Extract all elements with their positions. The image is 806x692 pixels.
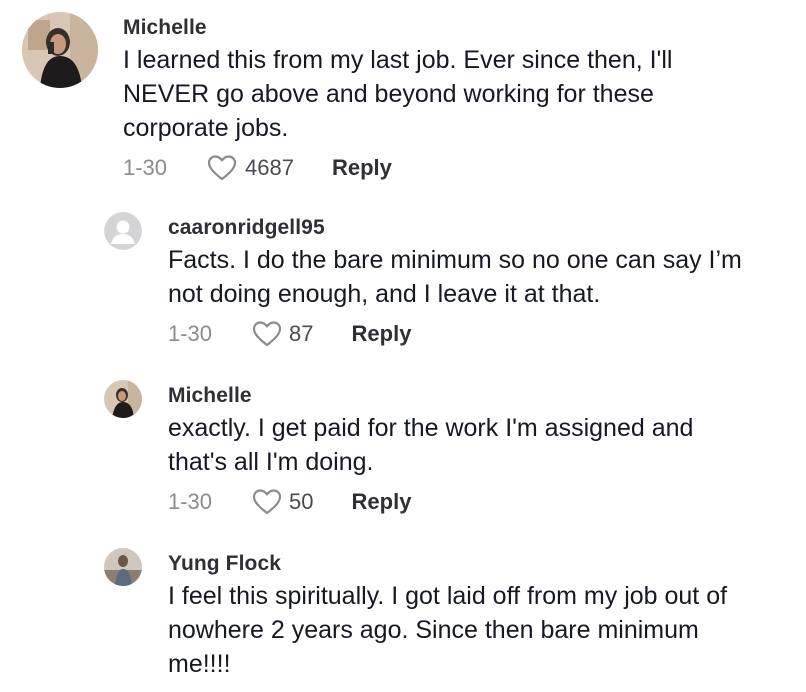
reply-comment: caaronridgell95 Facts. I do the bare min… xyxy=(104,212,788,348)
comment-username[interactable]: caaronridgell95 xyxy=(168,216,788,240)
comment-username[interactable]: Michelle xyxy=(168,384,788,408)
comment-meta: 1-30 4687 Reply xyxy=(123,154,763,182)
comment-username[interactable]: Yung Flock xyxy=(168,552,788,576)
comment-meta: 1-30 87 Reply xyxy=(168,320,788,348)
comment-text-line: NEVER go above and beyond working for th… xyxy=(123,80,654,108)
like-count: 87 xyxy=(289,321,314,346)
reply-button[interactable]: Reply xyxy=(352,321,412,347)
avatar[interactable] xyxy=(104,380,142,418)
avatar-photo xyxy=(22,12,98,88)
reply-comment: Michelle exactly. I get paid for the wor… xyxy=(104,380,788,516)
like-count: 50 xyxy=(289,489,314,514)
like-button[interactable]: 4687 xyxy=(207,154,294,182)
avatar[interactable] xyxy=(22,12,98,88)
default-avatar-icon xyxy=(104,212,142,250)
heart-outline-icon[interactable] xyxy=(252,320,282,348)
like-button[interactable]: 50 xyxy=(252,488,314,516)
comment-text-line: me!!!! xyxy=(168,650,231,678)
comment-meta: 1-30 50 Reply xyxy=(168,488,788,516)
comment-text-line: I learned this from my last job. Ever si… xyxy=(123,46,673,74)
comment-text: I learned this from my last job. Ever si… xyxy=(123,43,763,145)
comment-date: 1-30 xyxy=(168,489,213,514)
comment-text-line: that's all I'm doing. xyxy=(168,448,374,476)
comment-text-line: not doing enough, and I leave it at that… xyxy=(168,280,601,308)
heart-outline-icon[interactable] xyxy=(252,488,282,516)
avatar[interactable] xyxy=(104,548,142,586)
reply-button[interactable]: Reply xyxy=(352,489,412,515)
comment-text-line: corporate jobs. xyxy=(123,114,289,142)
avatar-photo xyxy=(104,380,142,418)
comment-text-line: exactly. I get paid for the work I'm ass… xyxy=(168,414,694,442)
comment-text: I feel this spiritually. I got laid off … xyxy=(168,579,788,681)
comment: Michelle I learned this from my last job… xyxy=(22,12,763,182)
comment-date: 1-30 xyxy=(123,155,168,180)
avatar-photo xyxy=(104,548,142,586)
comment-text-line: I feel this spiritually. I got laid off … xyxy=(168,582,728,610)
like-button[interactable]: 87 xyxy=(252,320,314,348)
comment-text: Facts. I do the bare minimum so no one c… xyxy=(168,243,788,311)
comment-text-line: nowhere 2 years ago. Since then bare min… xyxy=(168,616,699,644)
comment-text-line: Facts. I do the bare minimum so no one c… xyxy=(168,246,742,274)
comment-username[interactable]: Michelle xyxy=(123,16,763,40)
reply-button[interactable]: Reply xyxy=(332,155,392,181)
heart-outline-icon[interactable] xyxy=(207,154,237,182)
reply-comment: Yung Flock I feel this spiritually. I go… xyxy=(104,548,788,681)
like-count: 4687 xyxy=(245,155,294,180)
comment-date: 1-30 xyxy=(168,321,213,346)
avatar[interactable] xyxy=(104,212,142,250)
comment-text: exactly. I get paid for the work I'm ass… xyxy=(168,411,788,479)
